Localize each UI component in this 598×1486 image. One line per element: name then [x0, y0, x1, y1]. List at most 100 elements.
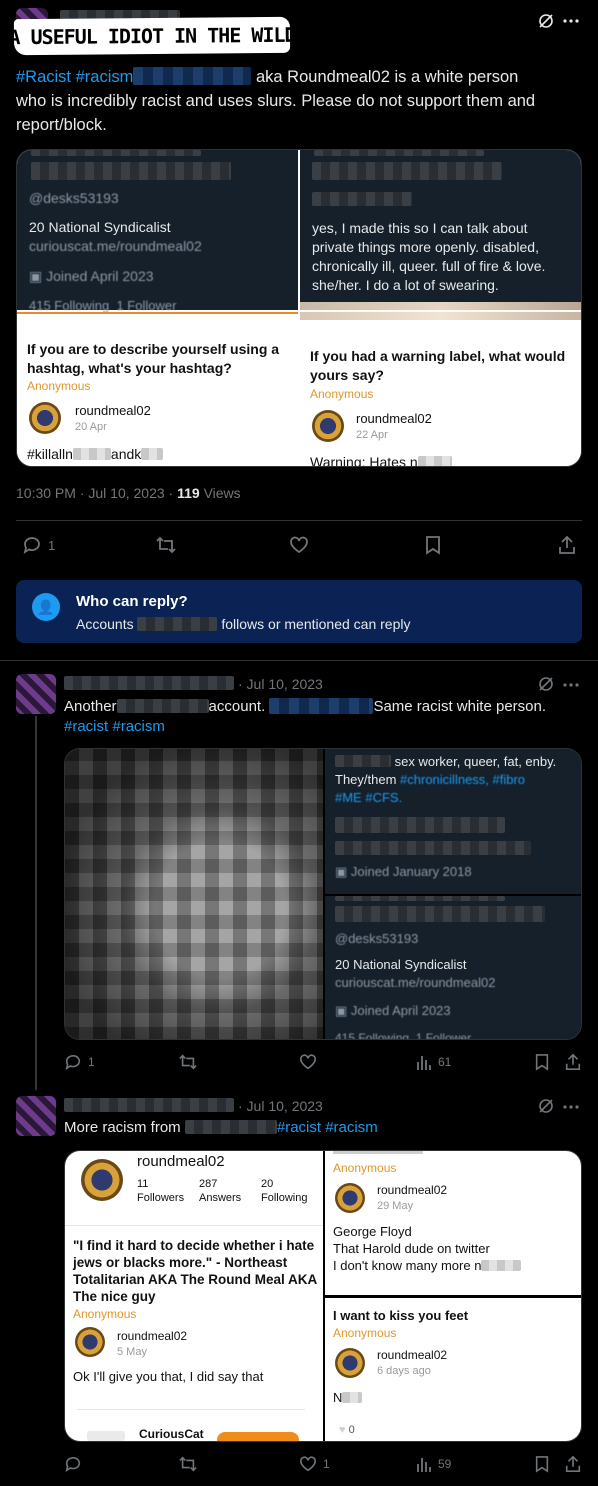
avatar[interactable] — [16, 674, 56, 714]
tweet-text: More racism from #racist #racism — [64, 1119, 378, 1136]
profile-screenshot-left[interactable]: @desks53193 20 National Syndicalist curi… — [17, 150, 298, 313]
reply-icon[interactable] — [64, 1455, 82, 1473]
divider — [0, 660, 598, 661]
tweet-text-line2: who is incredibly racist and uses slurs.… — [16, 92, 536, 110]
bookmark-icon[interactable] — [534, 1455, 550, 1473]
anonymous-label: Anonymous — [333, 1326, 397, 1340]
views-button[interactable]: 59 — [416, 1455, 451, 1473]
blurred-mention[interactable] — [133, 67, 252, 85]
follow-counts: 415 Following 1 Follower — [335, 1031, 472, 1040]
blurred-photo[interactable] — [65, 749, 323, 1039]
media-grid[interactable]: @desks53193 20 National Syndicalist curi… — [16, 149, 582, 467]
answer-username: roundmeal02 — [377, 1183, 448, 1197]
anonymous-label: Anonymous — [27, 379, 91, 393]
more-options-icon[interactable] — [563, 682, 579, 688]
profile-bio: sex worker, queer, fat, enby. They/them … — [335, 754, 557, 805]
question-card-right[interactable]: If you had a warning label, what would y… — [300, 312, 581, 466]
reply-button[interactable]: 1 — [64, 1053, 95, 1071]
retweet-icon[interactable] — [178, 1053, 198, 1071]
answer-username: roundmeal02 — [356, 411, 432, 426]
answer-date: 6 days ago — [377, 1365, 431, 1377]
answer-text: Warning: Hates n — [310, 454, 452, 466]
like-button[interactable]: 1 — [299, 1455, 330, 1473]
views-button[interactable]: 61 — [416, 1053, 451, 1071]
profile-link: curiouscat.me/roundmeal02 — [29, 238, 202, 254]
who-can-reply-desc: Accounts follows or mentioned can reply — [76, 616, 411, 632]
curiouscat-profile-screenshot[interactable]: roundmeal02 11 Followers 287 Answers 20 Fol… — [65, 1151, 323, 1441]
answer-date: 5 May — [117, 1346, 147, 1358]
question-title: "I find it hard to decide whether i hate… — [73, 1238, 317, 1304]
hashtag-link[interactable]: #racism — [112, 718, 165, 735]
reply-icon — [23, 537, 40, 554]
profile-link: curiouscat.me/roundmeal02 — [335, 975, 496, 990]
media-grid[interactable]: roundmeal02 11 Followers 287 Answers 20 Fol… — [64, 1150, 582, 1442]
hashtag-link[interactable]: #racist — [64, 718, 108, 735]
blurred-mention[interactable] — [269, 698, 374, 714]
calendar-icon: ▣ — [29, 268, 47, 284]
question-title: If you had a warning label, what would y… — [310, 348, 566, 383]
share-icon[interactable] — [564, 1053, 582, 1071]
question-card-bottom-right[interactable]: I want to kiss you feet Anonymous roundm… — [325, 1298, 581, 1441]
grok-icon[interactable] — [537, 1097, 555, 1115]
grok-icon[interactable] — [537, 675, 555, 693]
joined-date: ▣ Joined January 2018 — [335, 864, 472, 879]
retweet-icon[interactable] — [155, 535, 177, 555]
avatar — [29, 402, 61, 434]
hashtag-link[interactable]: #racism — [325, 1119, 378, 1136]
bookmark-icon[interactable] — [424, 535, 442, 555]
bookmark-icon[interactable] — [534, 1053, 550, 1071]
profile-handle: @desks53193 — [29, 190, 119, 206]
joined-date: ▣ Joined April 2023 — [29, 268, 154, 284]
avatar — [81, 1159, 123, 1201]
profile-bio: 20 National Syndicalist — [335, 957, 467, 972]
like-icon[interactable] — [299, 1053, 317, 1071]
hashtag-link[interactable]: #Racist — [16, 68, 71, 86]
like-icon[interactable] — [289, 535, 309, 555]
more-options-icon[interactable] — [563, 1104, 579, 1110]
reply-button[interactable]: 1 — [22, 535, 55, 555]
tweet-text-line3: report/block. — [16, 116, 107, 134]
media-grid[interactable]: sex worker, queer, fat, enby. They/them … — [64, 748, 582, 1040]
answer-text: Ok I'll give you that, I did say that — [73, 1369, 264, 1384]
share-icon[interactable] — [564, 1455, 582, 1473]
profile-screenshot-top[interactable]: sex worker, queer, fat, enby. They/them … — [325, 749, 581, 894]
grok-icon[interactable] — [537, 12, 555, 30]
profile-bio: 20 National Syndicalist — [29, 219, 171, 235]
reply-icon — [65, 1054, 81, 1071]
retweet-icon[interactable] — [178, 1455, 198, 1473]
avatar — [312, 410, 344, 442]
curiouscat-brand: CuriousCat — [139, 1427, 204, 1441]
avatar — [335, 1348, 365, 1378]
curiouscat-footer: CuriousCat — [83, 1427, 313, 1441]
answer-date: 20 Apr — [75, 421, 107, 433]
avatar[interactable] — [16, 1096, 56, 1136]
tweet-text: #Racist #racism aka Roundmeal02 is a whi… — [16, 65, 586, 137]
answer-username: roundmeal02 — [377, 1348, 448, 1362]
views-icon — [417, 1458, 431, 1472]
blurred-username[interactable] — [64, 1098, 234, 1112]
like-icon — [299, 1456, 317, 1472]
profile-handle: @desks53193 — [335, 931, 419, 946]
answer-text: N — [333, 1390, 363, 1405]
answer-username: roundmeal02 — [117, 1329, 188, 1343]
profile-name: roundmeal02 — [137, 1153, 225, 1170]
question-card-left[interactable]: If you are to describe yourself using a … — [17, 312, 298, 466]
post-date[interactable]: · Jul 10, 2023 — [238, 1098, 323, 1114]
view-count: 119 — [177, 485, 200, 501]
post-date[interactable]: · Jul 10, 2023 — [238, 676, 323, 692]
orange-button[interactable] — [217, 1432, 299, 1441]
thread-line — [35, 716, 37, 1090]
profile-screenshot-bottom[interactable]: @desks53193 20 National Syndicalist curi… — [325, 896, 581, 1040]
question-card-top-right[interactable]: Anonymous roundmeal02 29 May George Floy… — [325, 1151, 581, 1295]
blurred-username[interactable] — [64, 676, 234, 690]
share-icon[interactable] — [557, 535, 577, 555]
hashtag-link[interactable]: #racism — [76, 68, 134, 86]
answer-text: #killalln andk — [27, 446, 164, 462]
tweet-text-line1: aka Roundmeal02 is a white person — [255, 68, 519, 86]
timestamp[interactable]: 10:30 PM · Jul 10, 2023 · — [16, 485, 177, 501]
hashtag-link[interactable]: #racist — [277, 1119, 321, 1136]
more-options-icon[interactable] — [563, 18, 579, 24]
follow-counts: 415 Following 1 Follower — [29, 298, 177, 313]
profile-screenshot-right[interactable]: yes, I made this so I can talk about pri… — [300, 150, 581, 310]
views-icon — [417, 1056, 431, 1070]
